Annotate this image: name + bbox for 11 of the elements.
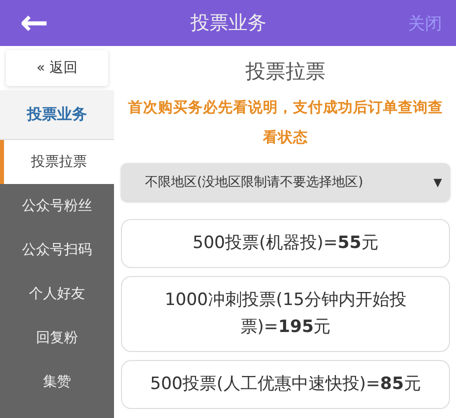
region-dropdown[interactable]: 不限地区(没地区限制请不要选择地区) ▼ [121,163,450,201]
sidebar-item[interactable]: 投票拉票 [0,140,114,184]
back-link[interactable]: « 返回 [6,50,108,86]
page-title: 投票业务 [190,11,266,36]
back-button[interactable]: ← [20,3,48,43]
option-button[interactable]: 500投票(人工优惠中速快投)=85元 [121,360,450,409]
notice-text: 首次购买务必先看说明，支付成功后订单查询查看状态 [127,98,444,148]
sidebar-item[interactable]: 投票业务 [0,90,114,140]
option-button[interactable]: 500投票(机器投)=55元 [121,219,450,268]
section-title: 投票拉票 [246,58,326,85]
option-button[interactable]: 1000冲刺投票(15分钟内开始投票)=195元 [121,276,450,352]
